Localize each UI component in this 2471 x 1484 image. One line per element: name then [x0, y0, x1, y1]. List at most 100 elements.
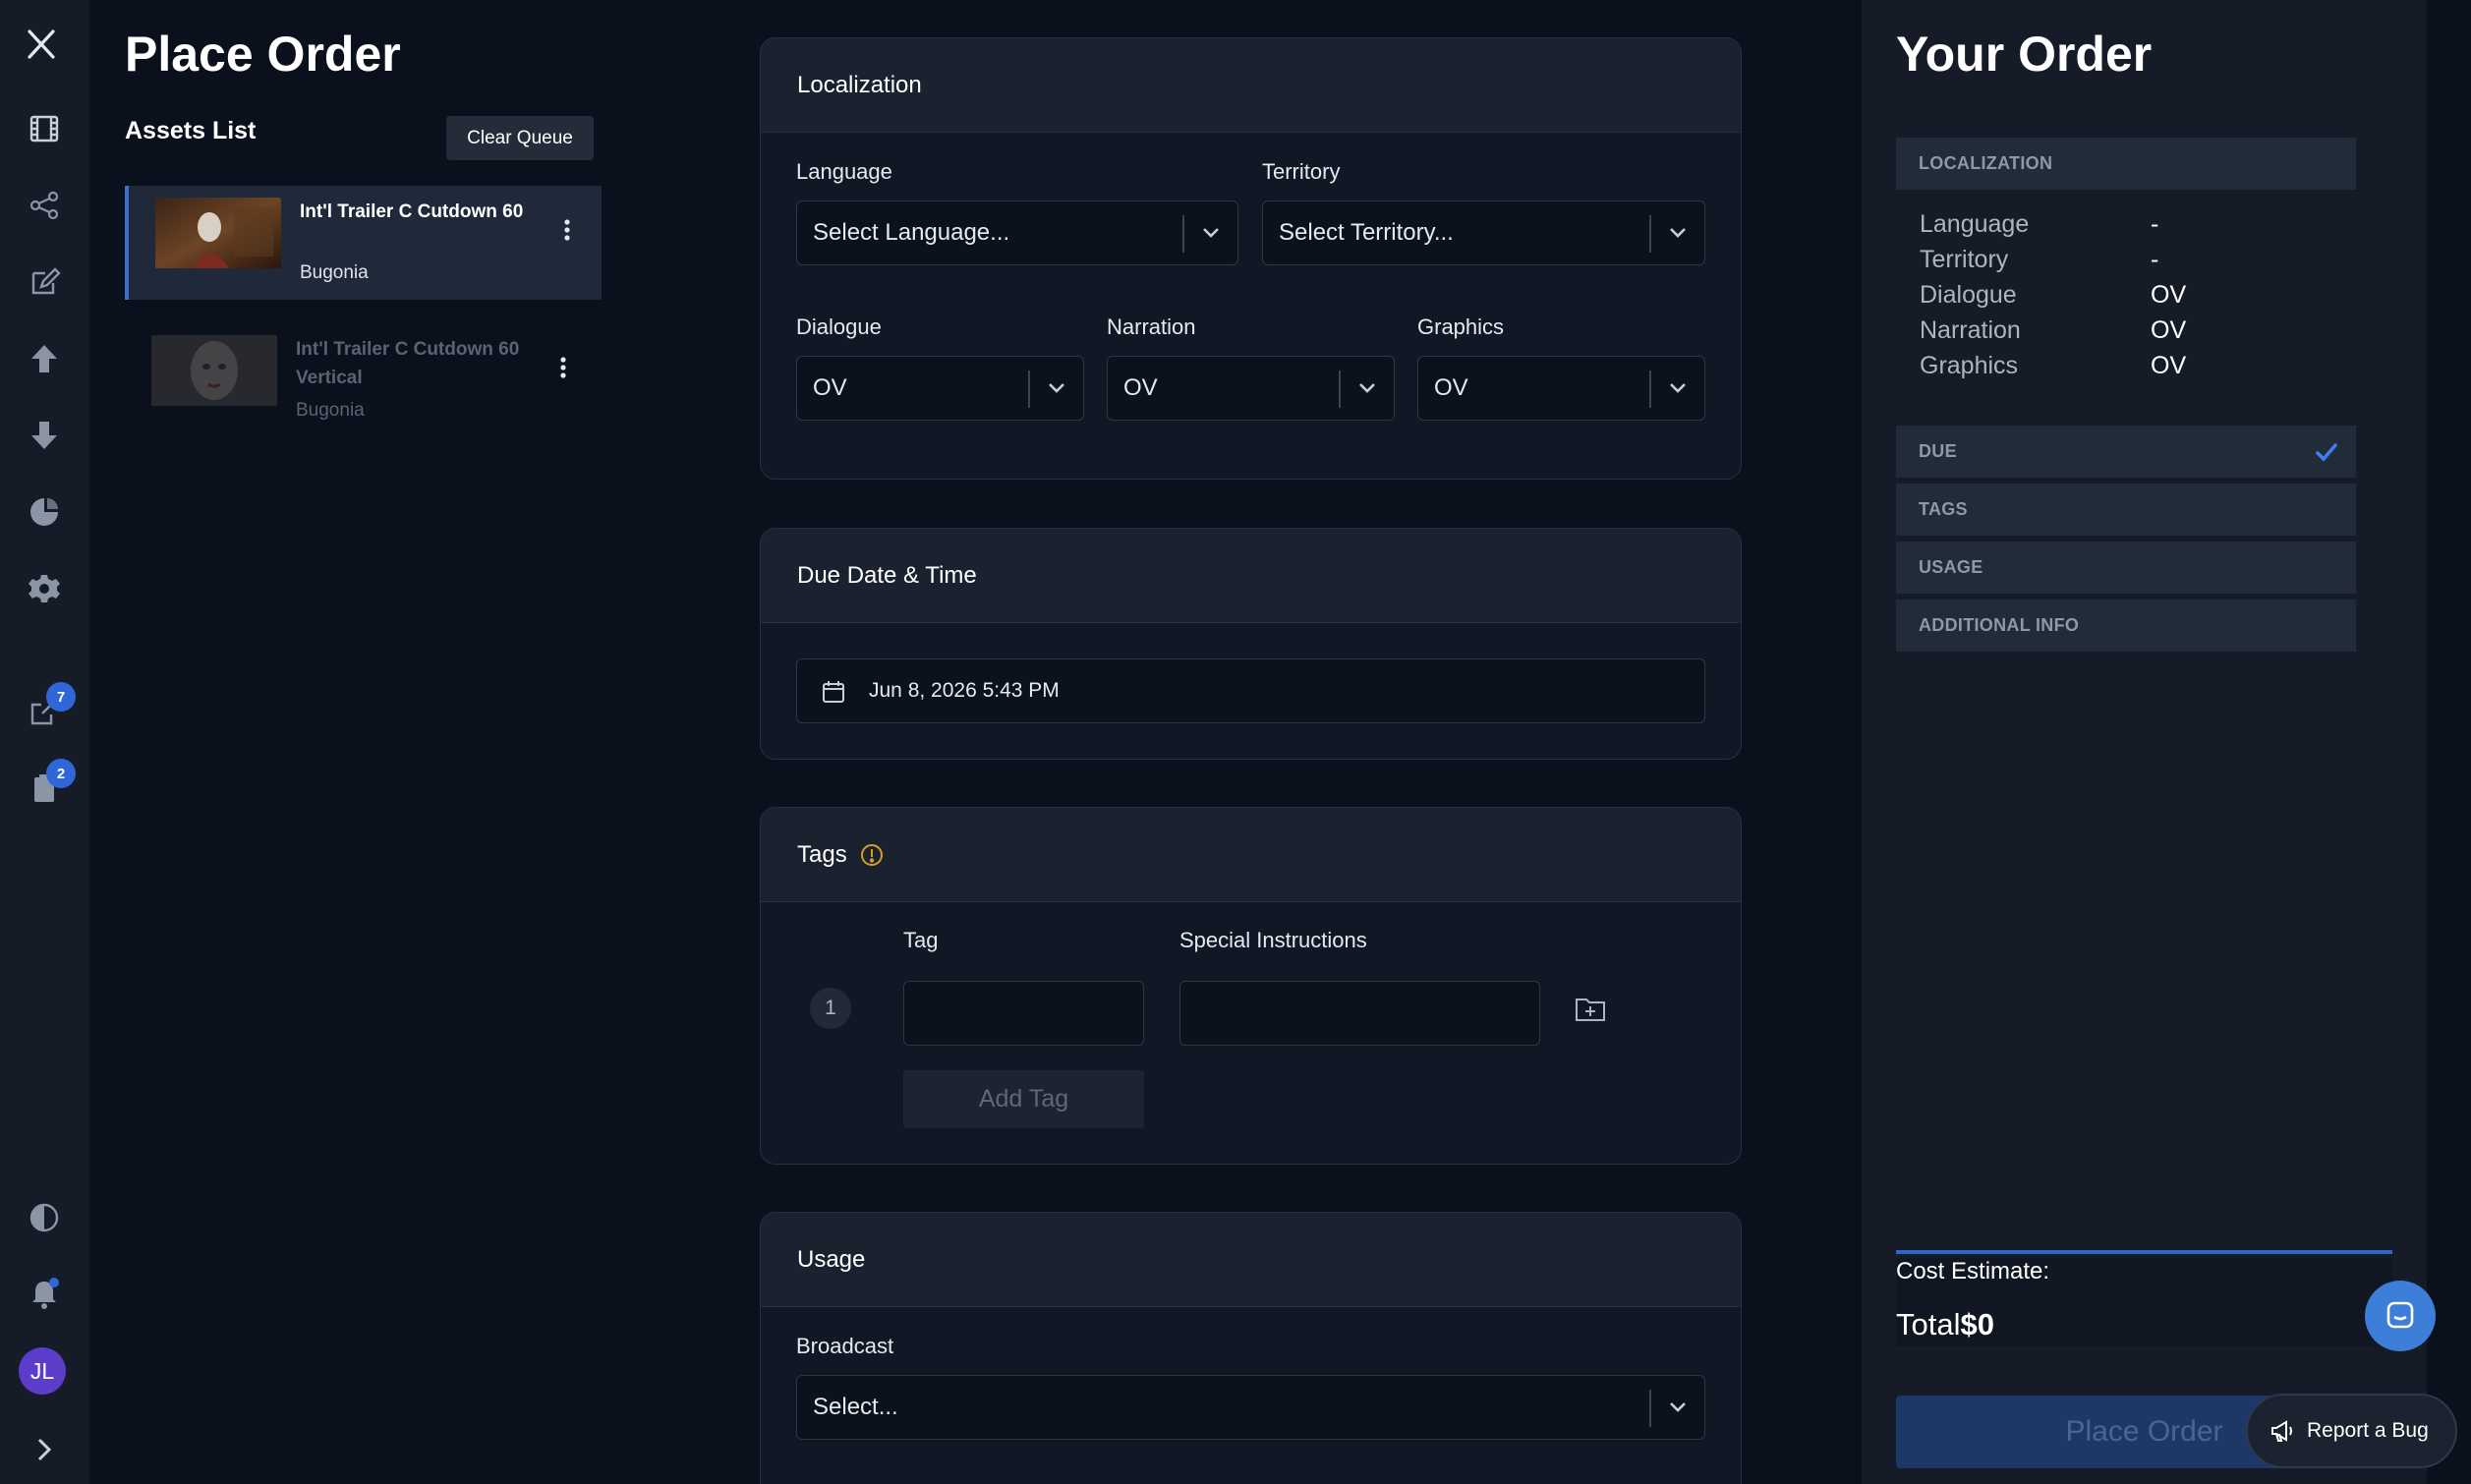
asset-thumbnail — [151, 335, 277, 406]
chevron-down-icon — [1203, 228, 1219, 238]
narration-value: OV — [1123, 374, 1158, 401]
broadcast-select[interactable]: Select... — [796, 1375, 1705, 1440]
edit-doc-icon[interactable] — [25, 262, 64, 302]
summary-narration-value: OV — [2151, 316, 2187, 344]
total-label: Total — [1896, 1307, 1961, 1341]
summary-section-tags[interactable]: TAGS — [1896, 484, 2356, 536]
tags-title: Tags — [797, 840, 847, 868]
chat-icon[interactable] — [2365, 1281, 2436, 1351]
clipboard-icon[interactable]: 2 — [25, 759, 76, 808]
graphics-select[interactable]: OV — [1417, 356, 1705, 421]
territory-select[interactable]: Select Territory... — [1262, 200, 1705, 265]
language-label: Language — [796, 159, 892, 184]
asset-name: Int'l Trailer C Cutdown 60 Vertical — [296, 339, 520, 388]
total-line: Total$0 — [1896, 1307, 1994, 1342]
summary-section-due[interactable]: DUE — [1896, 426, 2356, 478]
bell-icon[interactable] — [25, 1275, 64, 1314]
order-title: Your Order — [1896, 27, 2153, 82]
megaphone-icon — [2271, 1420, 2292, 1442]
dialogue-value: OV — [813, 374, 847, 401]
badge-external: 7 — [46, 682, 76, 712]
summary-territory-value: - — [2151, 246, 2159, 273]
broadcast-label: Broadcast — [796, 1334, 894, 1358]
folder-add-icon[interactable] — [1573, 992, 1608, 1027]
gear-icon[interactable] — [25, 569, 64, 608]
chart-icon[interactable] — [25, 492, 64, 532]
chevron-down-icon — [1359, 383, 1375, 393]
graphics-label: Graphics — [1417, 314, 1505, 339]
territory-label: Territory — [1262, 159, 1341, 184]
tags-card: Tags Tag Special Instructions 1 Add Tag — [760, 807, 1742, 1165]
tags-header: Tags — [761, 808, 1741, 902]
summary-narration-label: Narration — [1920, 316, 2021, 344]
graphics-value: OV — [1434, 374, 1468, 401]
summary-section-usage[interactable]: USAGE — [1896, 542, 2356, 594]
assets-list-title: Assets List — [125, 117, 257, 144]
summary-dialogue-label: Dialogue — [1920, 281, 2017, 309]
warning-icon[interactable] — [859, 842, 885, 868]
contrast-icon[interactable] — [25, 1198, 64, 1237]
due-date-value: Jun 8, 2026 5:43 PM — [869, 679, 1060, 702]
narration-label: Narration — [1107, 314, 1196, 339]
due-date-input[interactable]: Jun 8, 2026 5:43 PM — [796, 658, 1705, 723]
tag-label: Tag — [903, 928, 939, 952]
external-link-icon[interactable]: 7 — [25, 682, 76, 731]
add-tag-button[interactable]: Add Tag — [903, 1070, 1144, 1128]
summary-graphics-label: Graphics — [1920, 352, 2019, 379]
narration-select[interactable]: OV — [1107, 356, 1395, 421]
dialogue-select[interactable]: OV — [796, 356, 1084, 421]
chevron-down-icon — [1670, 228, 1686, 238]
cost-divider — [1896, 1250, 2392, 1254]
broadcast-value: Select... — [813, 1394, 898, 1420]
calendar-icon — [823, 681, 844, 703]
summary-section-additional[interactable]: ADDITIONAL INFO — [1896, 599, 2356, 652]
language-value: Select Language... — [813, 219, 1010, 246]
more-options-icon[interactable] — [551, 353, 575, 382]
summary-graphics-value: OV — [2151, 352, 2187, 379]
total-value: $0 — [1960, 1307, 1994, 1341]
summary-due-label: DUE — [1919, 441, 1957, 461]
chevron-down-icon — [1670, 1402, 1686, 1412]
report-bug-button[interactable]: Report a Bug — [2246, 1394, 2457, 1468]
usage-card: Usage Broadcast Select... — [760, 1212, 1742, 1484]
share-icon[interactable] — [25, 186, 64, 225]
special-instructions-label: Special Instructions — [1179, 928, 1367, 952]
asset-name: Int'l Trailer C Cutdown 60 — [300, 201, 524, 222]
language-select[interactable]: Select Language... — [796, 200, 1238, 265]
due-date-header: Due Date & Time — [761, 529, 1741, 623]
user-avatar[interactable]: JL — [19, 1347, 66, 1395]
special-instructions-input[interactable] — [1179, 981, 1540, 1046]
tag-input[interactable] — [903, 981, 1144, 1046]
summary-language-value: - — [2151, 210, 2159, 238]
dialogue-label: Dialogue — [796, 314, 882, 339]
due-date-card: Due Date & Time Jun 8, 2026 5:43 PM — [760, 528, 1742, 760]
localization-card: Localization Language Select Language...… — [760, 37, 1742, 480]
badge-clipboard: 2 — [46, 759, 76, 788]
upload-icon[interactable] — [25, 339, 64, 378]
report-bug-label: Report a Bug — [2307, 1419, 2429, 1442]
asset-subtitle: Bugonia — [300, 262, 369, 283]
territory-value: Select Territory... — [1279, 219, 1454, 246]
expand-icon[interactable] — [25, 1430, 64, 1469]
asset-list-item[interactable]: Int'l Trailer C Cutdown 60 Vertical Bugo… — [125, 323, 602, 437]
check-icon — [2316, 443, 2337, 462]
summary-territory-label: Territory — [1920, 246, 2009, 273]
asset-thumbnail — [155, 198, 281, 268]
film-icon[interactable] — [25, 109, 64, 148]
asset-list-item[interactable]: Int'l Trailer C Cutdown 60 Bugonia — [125, 186, 602, 300]
usage-header: Usage — [761, 1213, 1741, 1307]
x-logo-icon[interactable] — [22, 25, 61, 64]
tag-row-number: 1 — [810, 988, 851, 1029]
localization-header: Localization — [761, 38, 1741, 133]
order-summary-panel: Your Order LOCALIZATION Language - Terri… — [1862, 0, 2427, 1484]
cost-estimate-label: Cost Estimate: — [1896, 1258, 2050, 1284]
summary-dialogue-value: OV — [2151, 281, 2187, 309]
more-options-icon[interactable] — [555, 215, 579, 245]
chevron-down-icon — [1049, 383, 1064, 393]
summary-section-localization[interactable]: LOCALIZATION — [1896, 138, 2356, 190]
download-icon[interactable] — [25, 416, 64, 455]
asset-subtitle: Bugonia — [296, 400, 365, 421]
page-title: Place Order — [125, 27, 401, 82]
summary-language-label: Language — [1920, 210, 2030, 238]
clear-queue-button[interactable]: Clear Queue — [446, 116, 594, 160]
